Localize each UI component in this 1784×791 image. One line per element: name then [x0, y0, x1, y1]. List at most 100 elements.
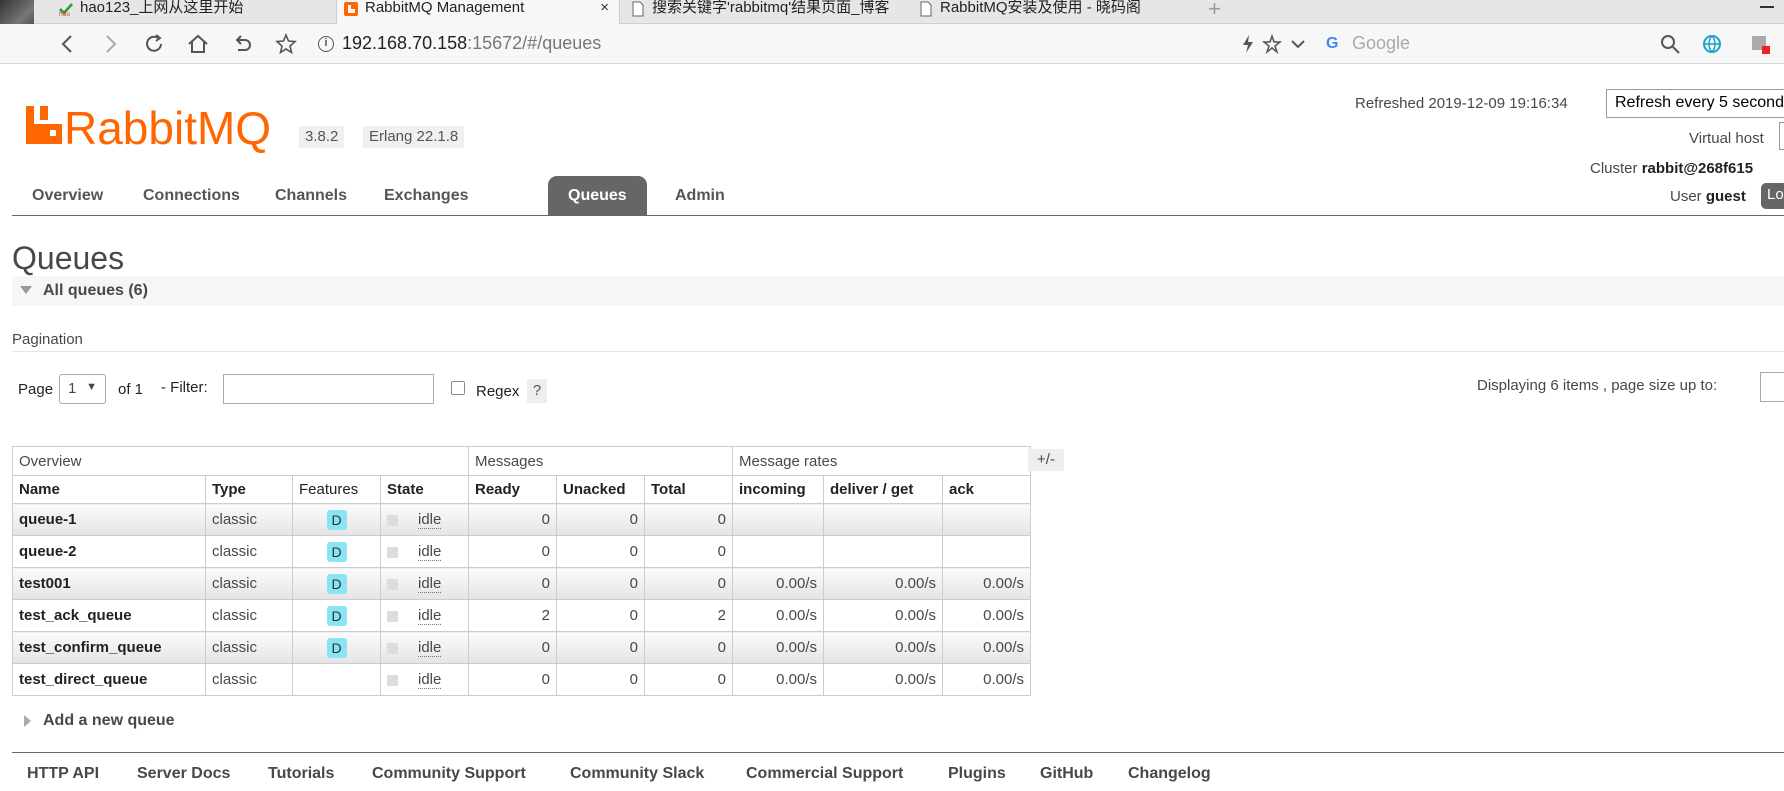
- url-field[interactable]: i 192.168.70.158:15672/#/queues: [318, 32, 1278, 56]
- google-icon: G: [1326, 35, 1339, 52]
- deliver-rate: 0.00/s: [823, 567, 943, 600]
- footer-link-changelog[interactable]: Changelog: [1128, 765, 1211, 783]
- footer-link-tutorials[interactable]: Tutorials: [268, 765, 334, 783]
- page-select[interactable]: 1 ▼: [59, 374, 106, 404]
- queue-name-link[interactable]: test_confirm_queue: [12, 631, 206, 664]
- ready-count: 2: [468, 599, 557, 632]
- tab-exchanges[interactable]: Exchanges: [364, 176, 488, 216]
- state-text: idle: [418, 607, 442, 625]
- forward-icon[interactable]: [98, 32, 122, 56]
- filter-input[interactable]: [223, 374, 434, 404]
- unacked-count: 0: [556, 567, 645, 600]
- divider: [12, 351, 1784, 352]
- page-title: Queues: [12, 240, 125, 276]
- state-indicator-icon: [387, 674, 398, 686]
- chevron-down-icon[interactable]: [1286, 32, 1310, 56]
- search-engine-field[interactable]: G Google: [1322, 32, 1682, 56]
- footer-link-plugins[interactable]: Plugins: [948, 765, 1006, 783]
- queue-name-link[interactable]: test_ack_queue: [12, 599, 206, 632]
- cluster-name: rabbit@268f615: [1641, 160, 1754, 177]
- expand-triangle-icon[interactable]: [24, 715, 31, 727]
- footer-link-commercial-support[interactable]: Commercial Support: [746, 765, 903, 783]
- tab-overview[interactable]: Overview: [12, 176, 123, 216]
- ready-count: 0: [468, 535, 557, 568]
- footer-link-http-api[interactable]: HTTP API: [27, 765, 99, 783]
- tab-connections[interactable]: Connections: [123, 176, 260, 216]
- regex-checkbox[interactable]: [451, 381, 465, 395]
- home-icon[interactable]: [186, 32, 210, 56]
- pagination-heading: Pagination: [12, 331, 83, 348]
- column-header-incoming[interactable]: incoming: [732, 475, 824, 504]
- state-cell: idle: [380, 535, 469, 568]
- refresh-interval-select[interactable]: Refresh every 5 seconds: [1606, 89, 1784, 118]
- reload-icon[interactable]: [142, 32, 166, 56]
- durable-badge: D: [326, 605, 347, 626]
- back-icon[interactable]: [56, 32, 80, 56]
- column-header-type[interactable]: Type: [205, 475, 293, 504]
- tab-rabbitmq-management[interactable]: RabbitMQ Management ×: [336, 0, 620, 24]
- page-select-value: 1: [68, 380, 77, 397]
- incoming-rate: 0.00/s: [732, 567, 824, 600]
- column-header-deliver-get[interactable]: deliver / get: [823, 475, 943, 504]
- queue-name-link[interactable]: test001: [12, 567, 206, 600]
- lightning-icon[interactable]: [1236, 32, 1260, 56]
- unacked-count: 0: [556, 663, 645, 696]
- column-header-unacked[interactable]: Unacked: [556, 475, 645, 504]
- url-text: 192.168.70.158:15672/#/queues: [342, 33, 601, 54]
- features-cell: [292, 663, 381, 696]
- page-count-label: of 1: [118, 381, 144, 398]
- dropdown-caret-icon: ▼: [86, 381, 97, 393]
- extension-alert-icon[interactable]: [1748, 32, 1772, 56]
- queue-name-link[interactable]: test_direct_queue: [12, 663, 206, 696]
- deliver-rate: 0.00/s: [823, 631, 943, 664]
- tab-channels[interactable]: Channels: [255, 176, 367, 216]
- bookmark-star-icon[interactable]: [274, 32, 298, 56]
- collapse-triangle-icon[interactable]: [20, 286, 32, 294]
- footer-link-community-slack[interactable]: Community Slack: [570, 765, 704, 783]
- rabbitmq-logo[interactable]: RabbitMQ: [26, 100, 288, 156]
- queues-table: Overview Messages Message rates Name Typ…: [12, 446, 1031, 696]
- page-size-input[interactable]: [1760, 372, 1784, 402]
- queue-type: classic: [205, 567, 293, 600]
- logo-text: RabbitMQ: [64, 102, 271, 154]
- close-tab-icon[interactable]: ×: [600, 0, 609, 16]
- deliver-rate: [823, 503, 943, 536]
- extension-globe-icon[interactable]: [1700, 32, 1724, 56]
- column-header-ready[interactable]: Ready: [468, 475, 557, 504]
- durable-badge: D: [326, 637, 347, 658]
- tab-rabbitmq-install[interactable]: RabbitMQ安装及使用 - 晓码阁: [912, 0, 1192, 24]
- version-badge: 3.8.2: [299, 126, 345, 148]
- cluster-label: Cluster: [1590, 160, 1638, 177]
- column-header-name[interactable]: Name: [12, 475, 206, 504]
- virtual-host-select[interactable]: [1779, 122, 1784, 150]
- tab-search-results[interactable]: 搜索关键字'rabbitmq'结果页面_博客: [624, 0, 898, 24]
- durable-badge: D: [326, 541, 347, 562]
- queue-type: classic: [205, 503, 293, 536]
- state-cell: idle: [380, 599, 469, 632]
- tab-title: RabbitMQ安装及使用 - 晓码阁: [940, 0, 1141, 16]
- queue-name-link[interactable]: queue-2: [12, 535, 206, 568]
- column-header-total[interactable]: Total: [644, 475, 733, 504]
- tab-queues[interactable]: Queues: [548, 176, 647, 216]
- queue-name-link[interactable]: queue-1: [12, 503, 206, 536]
- site-info-icon[interactable]: i: [318, 36, 334, 52]
- total-count: 0: [644, 567, 733, 600]
- footer-link-server-docs[interactable]: Server Docs: [137, 765, 230, 783]
- state-cell: idle: [380, 567, 469, 600]
- footer-link-community-support[interactable]: Community Support: [372, 765, 526, 783]
- tab-hao123[interactable]: hao hao123_上网从这里开始: [52, 0, 332, 24]
- search-icon[interactable]: [1658, 32, 1682, 56]
- all-queues-section-header[interactable]: All queues (6): [12, 276, 1784, 306]
- undo-icon[interactable]: [230, 32, 254, 56]
- regex-help-button[interactable]: ?: [527, 379, 547, 403]
- minimize-window-icon[interactable]: [1760, 6, 1774, 8]
- column-header-state[interactable]: State: [380, 475, 469, 504]
- state-cell: idle: [380, 663, 469, 696]
- favorite-star-icon[interactable]: [1260, 32, 1284, 56]
- column-header-ack[interactable]: ack: [942, 475, 1031, 504]
- column-toggle-button[interactable]: +/-: [1028, 449, 1064, 471]
- footer-link-github[interactable]: GitHub: [1040, 765, 1093, 783]
- new-tab-button[interactable]: +: [1208, 0, 1221, 22]
- incoming-rate: 0.00/s: [732, 599, 824, 632]
- tab-admin[interactable]: Admin: [655, 176, 745, 216]
